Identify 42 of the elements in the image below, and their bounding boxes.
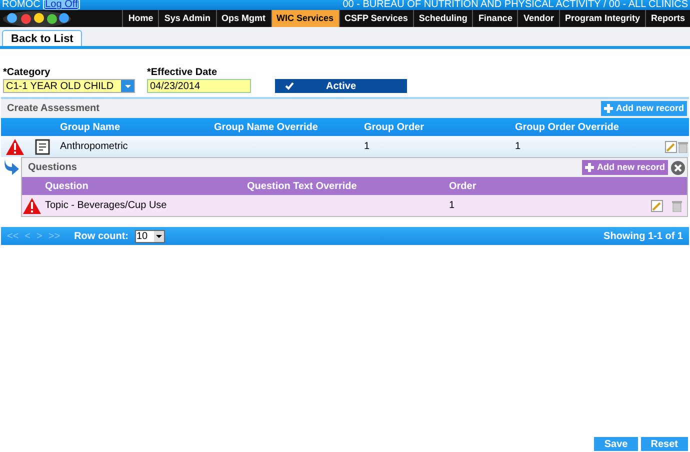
table-cell-text: 1 [448, 199, 456, 213]
category-dropdown[interactable]: C1-1 YEAR OLD CHILD [3, 79, 135, 93]
user-name: ROMOC [2, 0, 40, 10]
caret-icon [154, 230, 164, 242]
table-cell-text: 1 [514, 140, 522, 154]
table-cell-text: Topic - Beverages/Cup Use [44, 199, 168, 213]
log-off-link[interactable]: Log Off [45, 0, 78, 10]
column-header: Question [44, 180, 90, 194]
column-header: Group Order Override [514, 120, 620, 134]
agency-text: 00 - BUREAU OF NUTRITION AND PHYSICAL ACTIVITY / 00 - ALL CLINICS [342, 0, 688, 10]
date-input[interactable]: 04/23/2014 [147, 79, 251, 93]
plus-icon [604, 104, 613, 113]
detail-title: Questions [28, 161, 77, 175]
edit-icon[interactable] [651, 200, 663, 212]
grid-title: Create Assessment [7, 102, 100, 116]
column-header: Group Name Override [213, 120, 319, 134]
bracket-text: ] [78, 0, 81, 10]
table-cell-text: 1 [363, 140, 371, 154]
hands-logo-drawing [2, 10, 72, 26]
active-toggle[interactable]: Active [275, 79, 407, 93]
row-count-label: Row count: [74, 230, 128, 244]
caret-icon [121, 80, 134, 92]
bracket-text: [ [42, 0, 46, 10]
column-header: Order [448, 180, 478, 194]
list-icon[interactable] [35, 138, 51, 154]
back-to-list-tab[interactable]: Back to List [2, 30, 82, 46]
trash-icon[interactable] [672, 200, 682, 212]
column-header: Group Order [363, 120, 426, 134]
table-cell-text: Anthropometric [59, 140, 129, 154]
field-label: *Effective Date [147, 67, 218, 79]
showing-text: Showing 1-1 of 1 [604, 230, 683, 244]
arrow-icon [3, 159, 19, 177]
add-record-button[interactable]: Add new record [582, 160, 668, 175]
plus-icon [584, 163, 594, 172]
edit-icon[interactable] [665, 140, 677, 152]
field-label: *Category [3, 67, 52, 79]
nav-tab[interactable]: WIC Services [270, 10, 339, 27]
column-header: Group Name [59, 120, 122, 134]
trash-icon[interactable] [678, 140, 688, 152]
check-icon [284, 82, 294, 90]
column-header: Question Text Override [246, 180, 358, 194]
close-icon[interactable] [671, 160, 685, 174]
